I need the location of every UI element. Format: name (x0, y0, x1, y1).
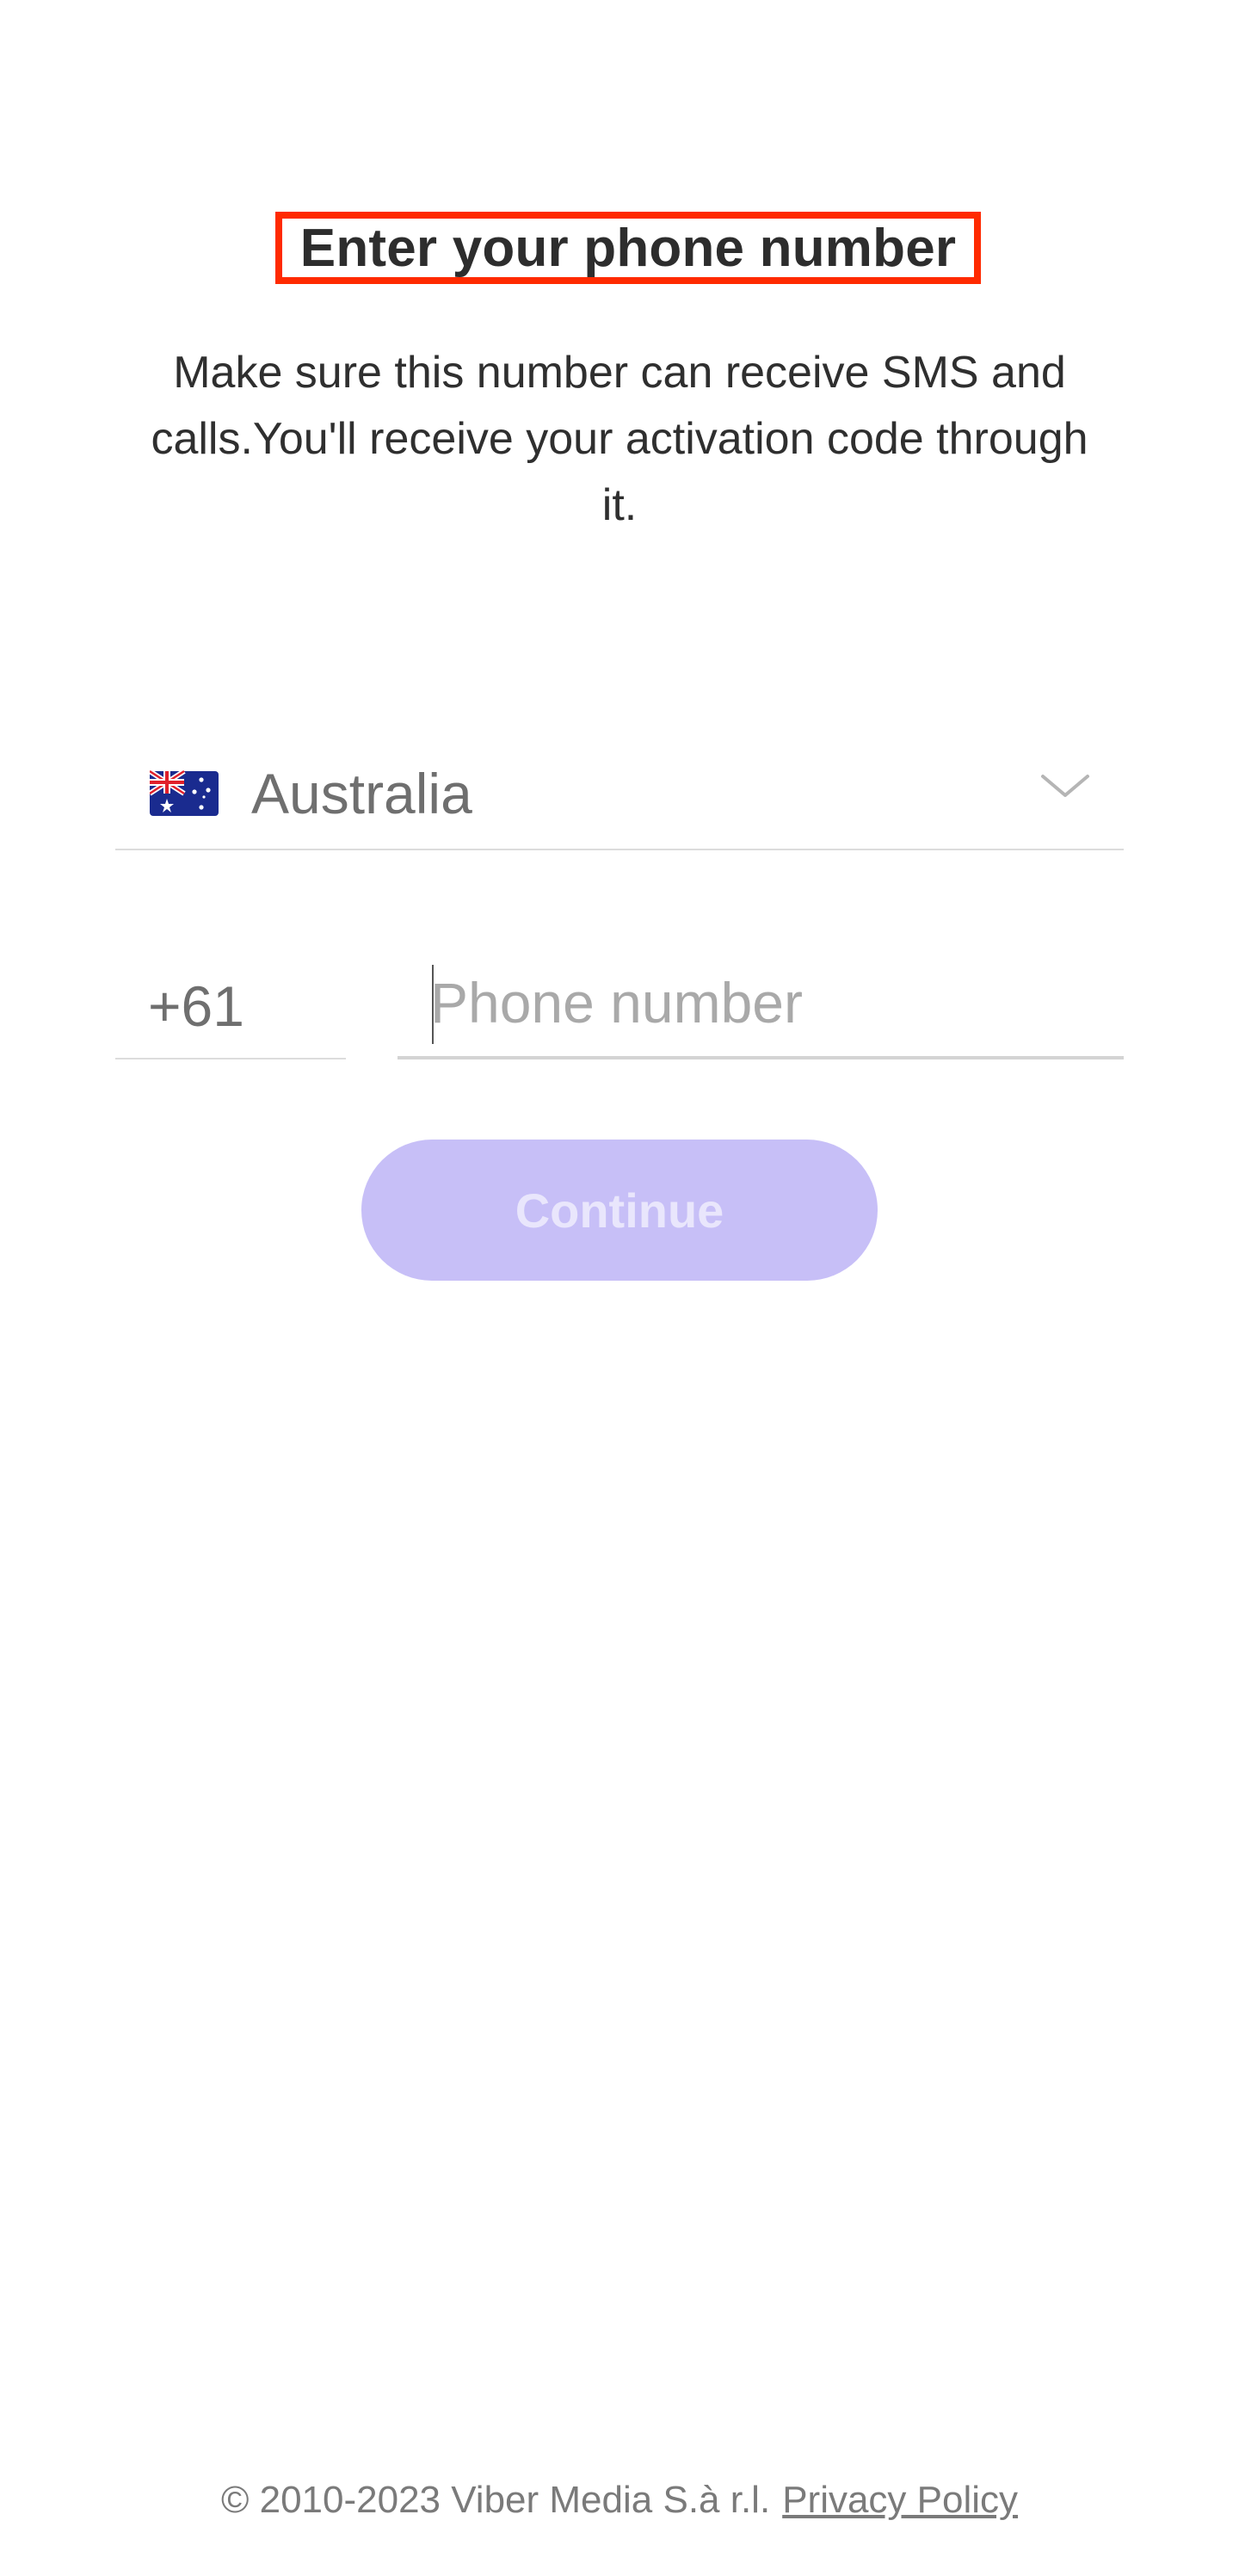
country-selector[interactable]: Australia (115, 740, 1124, 850)
country-code-field[interactable]: +61 (115, 951, 346, 1059)
phone-number-field[interactable] (398, 951, 1124, 1059)
phone-number-input[interactable] (430, 960, 1110, 1046)
australia-flag-icon (150, 769, 219, 816)
page-title: Enter your phone number (299, 218, 957, 278)
chevron-down-icon[interactable] (1039, 769, 1091, 804)
country-name: Australia (251, 762, 472, 825)
title-highlight-box: Enter your phone number (275, 212, 981, 284)
page-subtitle: Make sure this number can receive SMS an… (151, 348, 1088, 530)
country-code: +61 (148, 974, 244, 1038)
footer: © 2010-2023 Viber Media S.à r.l. Privacy … (0, 2479, 1239, 2522)
continue-button[interactable]: Continue (361, 1140, 878, 1281)
copyright-text: © 2010-2023 Viber Media S.à r.l. (220, 2479, 771, 2521)
privacy-policy-link[interactable]: Privacy Policy (782, 2479, 1018, 2521)
